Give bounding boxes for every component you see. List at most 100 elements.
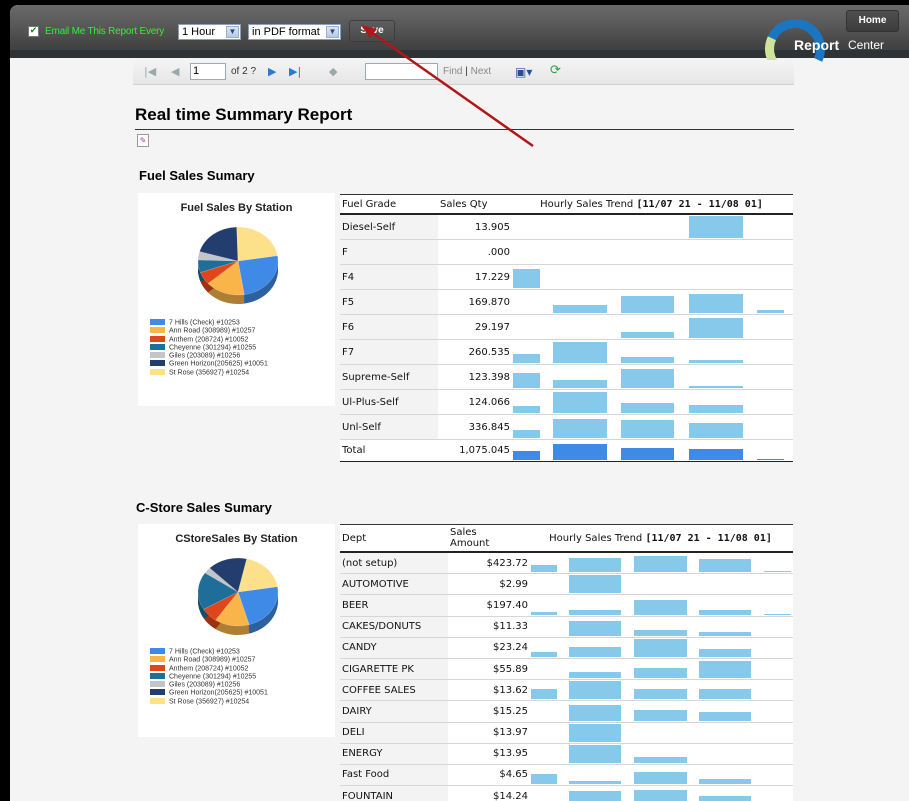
- trend-bar: [689, 423, 743, 438]
- cstore-section-title: C-Store Sales Sumary: [136, 500, 272, 515]
- legend-label: Ann Road (308989) #10257: [169, 327, 256, 335]
- cstore-chart-box: CStoreSales By Station 7 Hills (Check) #…: [138, 524, 335, 737]
- trend-bar: [531, 689, 557, 700]
- legend-label: Cheyenne (301294) #10255: [169, 673, 257, 681]
- table-row: AUTOMOTIVE $2.99: [340, 574, 793, 596]
- trend-bar: [621, 332, 674, 338]
- trend-bar: [634, 709, 687, 721]
- table-row: BEER $197.40: [340, 595, 793, 617]
- row-label: F4: [340, 265, 438, 289]
- trend-bar: [553, 419, 607, 438]
- trend-bars: [510, 215, 793, 239]
- trend-bar: [634, 599, 687, 615]
- trend-bar: [553, 380, 607, 388]
- format-select[interactable]: in PDF format ▼: [248, 24, 341, 40]
- row-value: $23.24: [448, 637, 528, 658]
- chevron-down-icon[interactable]: ▼: [326, 26, 339, 38]
- legend-item: St Rose (356927) #10254: [150, 368, 268, 377]
- export-icon[interactable]: ▣▾: [515, 65, 532, 79]
- find-link[interactable]: Find: [443, 66, 462, 77]
- home-button[interactable]: Home: [846, 10, 899, 32]
- legend-label: 7 Hills (Check) #10253: [169, 648, 240, 656]
- trend-bars: [528, 659, 793, 679]
- row-value: $423.72: [448, 553, 528, 574]
- logo-center-text: Center: [848, 38, 885, 52]
- row-value: 1,075.045: [438, 440, 510, 461]
- row-value: 260.535: [438, 340, 510, 364]
- save-button[interactable]: Save: [349, 20, 395, 42]
- legend-label: Anthem (208724) #10052: [169, 336, 249, 344]
- trend-bar: [689, 386, 743, 388]
- trend-bars: [528, 680, 793, 700]
- refresh-icon[interactable]: ⟳: [550, 64, 561, 78]
- page-number-input[interactable]: 1: [190, 63, 226, 80]
- trend-bars: [528, 595, 793, 615]
- trend-bar: [513, 430, 540, 438]
- table-row: COFFEE SALES $13.62: [340, 680, 793, 702]
- legend-label: Giles (203089) #10256: [169, 681, 241, 689]
- row-value: $197.40: [448, 595, 528, 616]
- trend-bar: [569, 704, 621, 721]
- trend-bar: [513, 269, 540, 288]
- row-value: 13.905: [438, 215, 510, 239]
- trend-bars: [510, 365, 793, 389]
- table-row: DAIRY $15.25: [340, 701, 793, 723]
- trend-bar: [689, 360, 743, 363]
- cstore-table-rows: (not setup) $423.72 AUTOMOTIVE $2.99 BEER $19…: [340, 553, 793, 801]
- trend-bar: [569, 575, 621, 594]
- table-row: Supreme-Self 123.398: [340, 365, 793, 390]
- top-bar: ✔ Email Me This Report Every 1 Hour ▼ in…: [10, 5, 909, 88]
- row-label: Unl-Self: [340, 415, 438, 439]
- last-page-icon[interactable]: ▶|: [289, 65, 301, 79]
- trend-header-label: Hourly Sales Trend: [540, 198, 634, 210]
- chevron-down-icon[interactable]: ▼: [226, 26, 239, 38]
- legend-item: 7 Hills (Check) #10253: [150, 319, 268, 327]
- table-row: F5 169.870: [340, 290, 793, 315]
- table-row: Fast Food $4.65: [340, 764, 793, 787]
- trend-bar: [569, 558, 621, 573]
- next-page-icon[interactable]: ▶: [268, 65, 276, 79]
- trend-bars: [510, 340, 793, 364]
- table-row: Diesel-Self 13.905: [340, 215, 793, 240]
- previous-page-icon[interactable]: ◀: [171, 65, 179, 79]
- trend-bar: [699, 711, 751, 721]
- legend-swatch: [150, 681, 165, 688]
- pie-slice: [237, 255, 279, 295]
- legend-swatch: [150, 664, 165, 671]
- legend-item: Giles (203089) #10256: [150, 681, 268, 689]
- trend-bars: [510, 390, 793, 414]
- trend-bar: [764, 571, 791, 573]
- trend-bars: [510, 290, 793, 314]
- trend-bar: [621, 403, 674, 413]
- table-row: Ul-Plus-Self 124.066: [340, 390, 793, 415]
- trend-bar: [699, 661, 751, 679]
- row-label: COFFEE SALES: [340, 680, 448, 701]
- first-page-icon[interactable]: |◀: [144, 65, 156, 79]
- trend-bars: [528, 786, 793, 801]
- find-input[interactable]: [365, 63, 438, 80]
- trend-bars: [528, 701, 793, 721]
- email-report-label: Email Me This Report Every: [45, 26, 165, 37]
- trend-bar: [699, 609, 751, 615]
- legend-item: Cheyenne (301294) #10255: [150, 343, 268, 352]
- fuel-sales-table: Fuel Grade Sales Qty Hourly Sales Trend …: [340, 194, 793, 462]
- interval-select[interactable]: 1 Hour ▼: [178, 24, 241, 40]
- trend-bar: [621, 420, 674, 438]
- row-label: Diesel-Self: [340, 215, 438, 239]
- trend-bar: [531, 611, 557, 615]
- trend-bar: [634, 756, 687, 763]
- trend-bars: [528, 765, 793, 785]
- back-icon[interactable]: ◆: [329, 65, 337, 79]
- trend-date-range: [11/07 21 - 11/08 01]: [636, 198, 763, 210]
- row-label: ENERGY: [340, 743, 448, 764]
- email-report-checkbox[interactable]: ✔: [28, 26, 39, 37]
- row-value: $13.62: [448, 680, 528, 701]
- row-value: $13.97: [448, 722, 528, 743]
- next-link[interactable]: Next: [471, 66, 492, 77]
- row-value: 17.229: [438, 265, 510, 289]
- table-row: F6 29.197: [340, 315, 793, 340]
- trend-bars: [528, 638, 793, 658]
- legend-label: Giles (203089) #10256: [169, 352, 241, 360]
- legend-item: Cheyenne (301294) #10255: [150, 672, 268, 681]
- format-select-value: in PDF format: [252, 26, 320, 38]
